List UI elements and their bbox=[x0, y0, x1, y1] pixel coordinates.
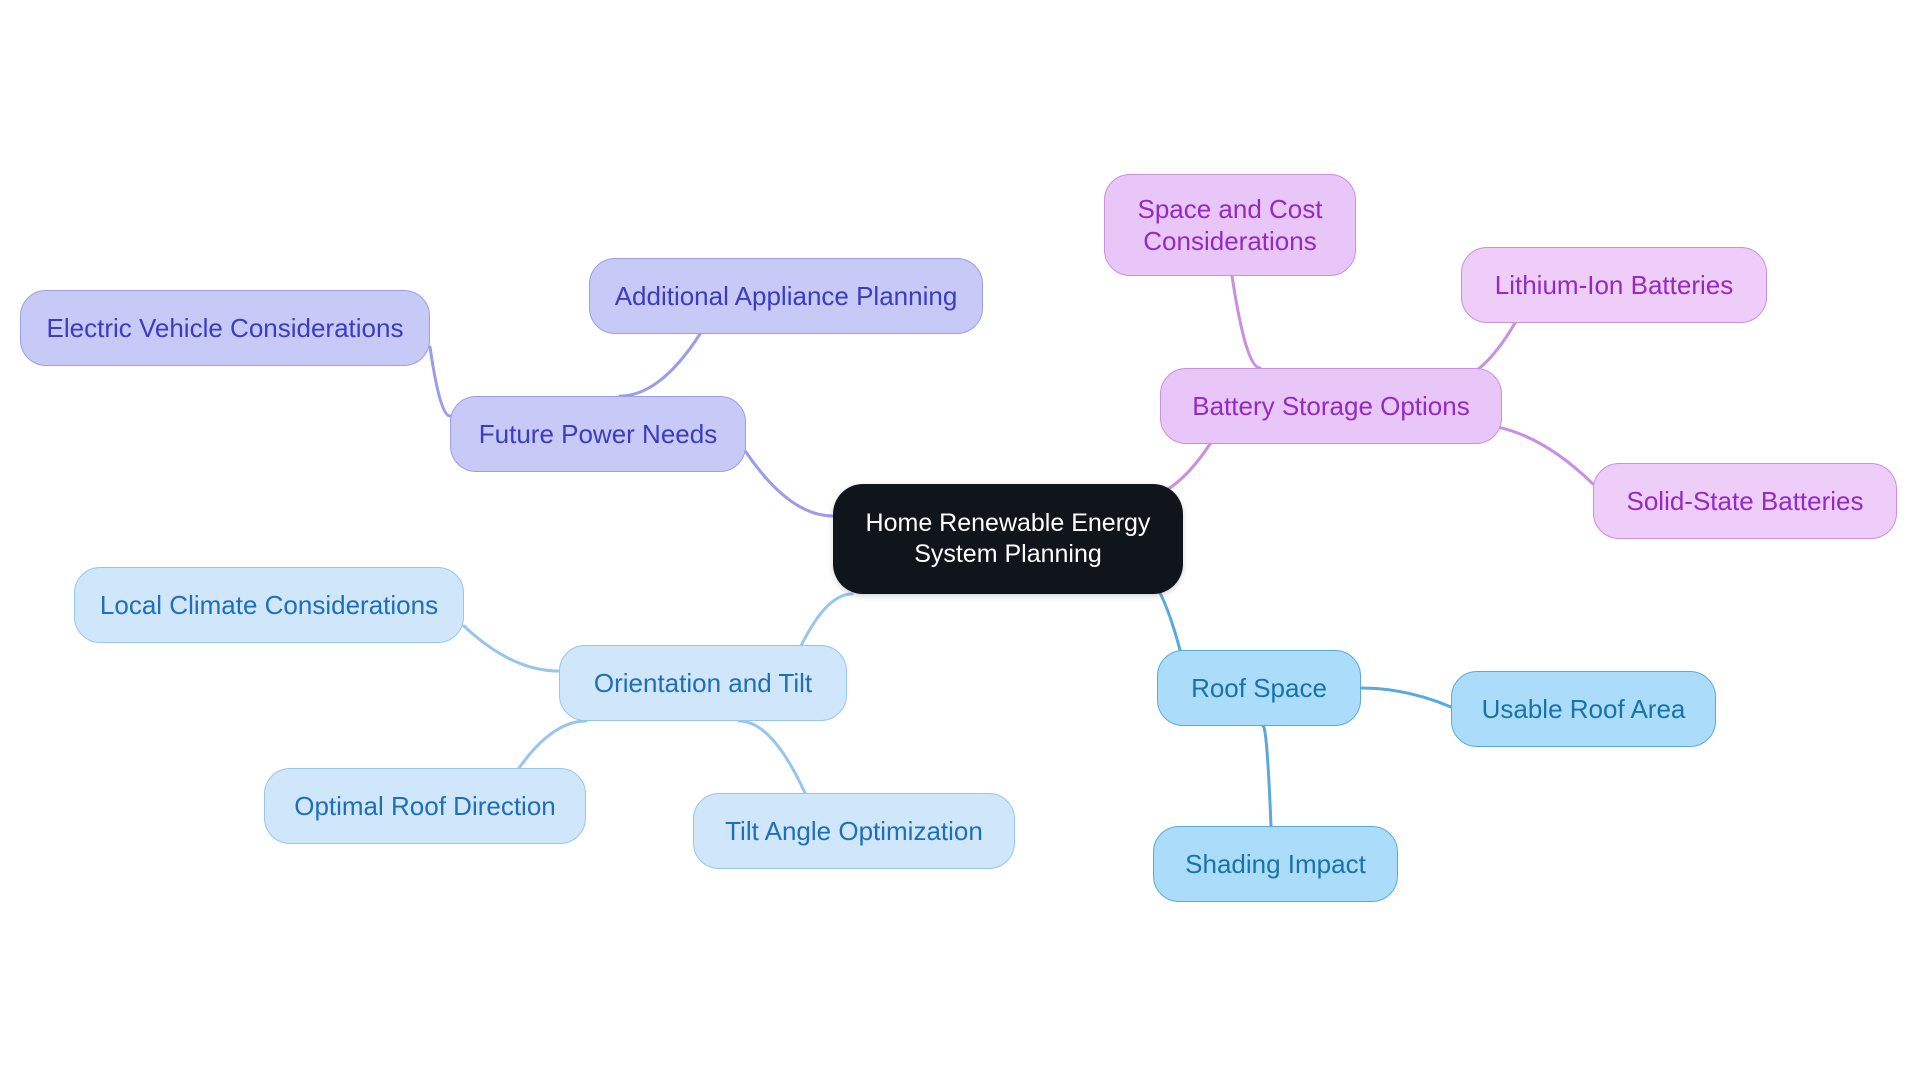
mindmap-node-additional-appliance-planning[interactable]: Additional Appliance Planning bbox=[589, 258, 983, 334]
edge-roof-space-to-usable-roof-area bbox=[1359, 686, 1453, 709]
edge-future-power-needs-to-additional-appliance-planning bbox=[618, 332, 702, 398]
mindmap-node-additional-appliance-planning-label: Additional Appliance Planning bbox=[614, 280, 958, 311]
mindmap-node-local-climate-considerations[interactable]: Local Climate Considerations bbox=[74, 567, 464, 643]
mindmap-canvas: Home Renewable Energy System Planning Fut… bbox=[0, 0, 1920, 1083]
edge-orientation-and-tilt-to-local-climate-considerations bbox=[462, 624, 561, 673]
edge-future-power-needs-to-electric-vehicle-considerations bbox=[428, 345, 452, 418]
mindmap-node-orientation-and-tilt-label: Orientation and Tilt bbox=[593, 667, 813, 698]
mindmap-node-solid-state-batteries[interactable]: Solid-State Batteries bbox=[1593, 463, 1897, 539]
edge-orientation-and-tilt-to-optimal-roof-direction bbox=[517, 719, 588, 770]
edge-orientation-and-tilt-to-tilt-angle-optimization bbox=[737, 719, 807, 795]
mindmap-node-roof-space[interactable]: Roof Space bbox=[1157, 650, 1361, 726]
mindmap-node-shading-impact[interactable]: Shading Impact bbox=[1153, 826, 1398, 902]
mindmap-root-node-label: Home Renewable Energy System Planning bbox=[865, 508, 1151, 568]
mindmap-node-shading-impact-label: Shading Impact bbox=[1185, 848, 1366, 879]
mindmap-node-future-power-needs[interactable]: Future Power Needs bbox=[450, 396, 746, 472]
mindmap-node-lithium-ion-batteries[interactable]: Lithium-Ion Batteries bbox=[1461, 247, 1767, 323]
mindmap-node-space-and-cost-considerations-label: Space and Cost Considerations bbox=[1137, 193, 1323, 257]
mindmap-root-node[interactable]: Home Renewable Energy System Planning bbox=[833, 484, 1183, 594]
edge-root-to-orientation-and-tilt bbox=[798, 592, 854, 650]
mindmap-node-solid-state-batteries-label: Solid-State Batteries bbox=[1626, 485, 1864, 516]
mindmap-node-battery-storage-options[interactable]: Battery Storage Options bbox=[1160, 368, 1502, 444]
mindmap-node-space-and-cost-considerations[interactable]: Space and Cost Considerations bbox=[1104, 174, 1356, 276]
mindmap-node-usable-roof-area-label: Usable Roof Area bbox=[1481, 693, 1686, 724]
mindmap-node-tilt-angle-optimization-label: Tilt Angle Optimization bbox=[725, 815, 983, 846]
mindmap-node-electric-vehicle-considerations-label: Electric Vehicle Considerations bbox=[46, 312, 404, 343]
mindmap-node-orientation-and-tilt[interactable]: Orientation and Tilt bbox=[559, 645, 847, 721]
mindmap-node-future-power-needs-label: Future Power Needs bbox=[478, 418, 718, 449]
mindmap-node-optimal-roof-direction-label: Optimal Roof Direction bbox=[294, 790, 556, 821]
edge-root-to-future-power-needs bbox=[744, 450, 835, 518]
mindmap-node-lithium-ion-batteries-label: Lithium-Ion Batteries bbox=[1494, 269, 1734, 300]
mindmap-node-usable-roof-area[interactable]: Usable Roof Area bbox=[1451, 671, 1716, 747]
mindmap-node-battery-storage-options-label: Battery Storage Options bbox=[1192, 390, 1470, 421]
mindmap-node-roof-space-label: Roof Space bbox=[1191, 672, 1327, 703]
mindmap-node-electric-vehicle-considerations[interactable]: Electric Vehicle Considerations bbox=[20, 290, 430, 366]
mindmap-node-local-climate-considerations-label: Local Climate Considerations bbox=[99, 589, 439, 620]
edge-roof-space-to-shading-impact bbox=[1261, 724, 1273, 828]
edge-battery-storage-options-to-space-and-cost-considerations bbox=[1230, 274, 1262, 370]
mindmap-node-tilt-angle-optimization[interactable]: Tilt Angle Optimization bbox=[693, 793, 1015, 869]
mindmap-node-optimal-roof-direction[interactable]: Optimal Roof Direction bbox=[264, 768, 586, 844]
